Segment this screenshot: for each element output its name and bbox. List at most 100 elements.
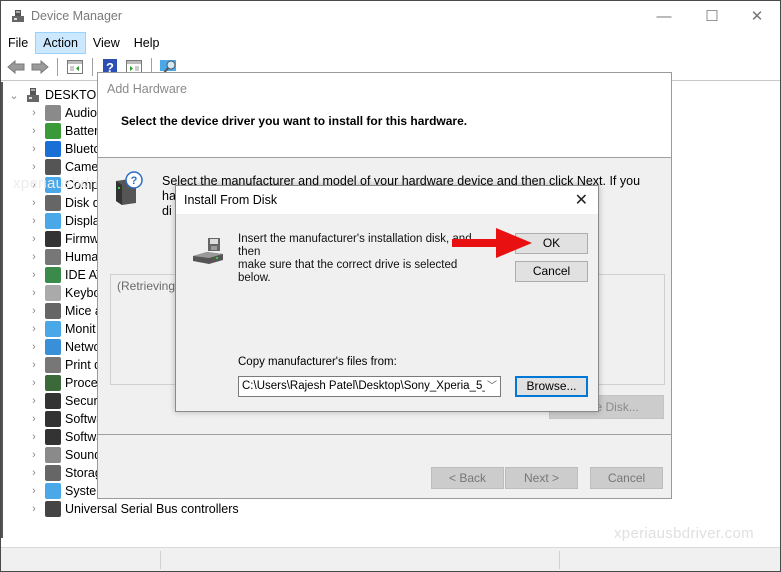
tree-item[interactable]: › Camer (27, 158, 103, 176)
tree-item-label: Print q (65, 358, 102, 372)
status-divider (559, 551, 560, 569)
dialog-title-bar: Install From Disk ✕ (176, 186, 598, 214)
disk-drive-icon (193, 238, 223, 264)
tree-item[interactable]: › Audio (27, 104, 97, 122)
tree-item[interactable]: › Mice a (27, 302, 102, 320)
tree-item[interactable]: › Softwa (27, 428, 103, 446)
chevron-right-icon[interactable]: › (27, 125, 41, 137)
tree-item[interactable]: › Print q (27, 356, 101, 374)
chevron-right-icon[interactable]: › (27, 305, 41, 317)
tree-item-label: Huma (65, 250, 99, 264)
close-icon[interactable]: ✕ (575, 190, 588, 210)
battery-icon (45, 123, 61, 139)
wizard-cancel-button[interactable]: Cancel (590, 467, 663, 489)
menu-help[interactable]: Help (127, 32, 167, 54)
cancel-button[interactable]: Cancel (515, 261, 588, 282)
tree-item[interactable]: › Batteri (27, 122, 101, 140)
forward-button[interactable] (29, 56, 51, 78)
close-button[interactable]: ✕ (734, 1, 780, 31)
menu-action[interactable]: Action (35, 32, 86, 54)
browse-button[interactable]: Browse... (515, 376, 588, 397)
monitor-icon (45, 321, 61, 337)
keyboard-icon (45, 285, 61, 301)
maximize-button[interactable]: ☐ (689, 1, 735, 31)
tree-item[interactable]: › Disk d (27, 194, 100, 212)
tree-item-label: Disk d (65, 196, 100, 210)
toolbar-separator (57, 58, 58, 76)
disk-drive-icon (45, 195, 61, 211)
chevron-right-icon[interactable]: › (27, 341, 41, 353)
sound-icon (45, 447, 61, 463)
chevron-right-icon[interactable]: › (27, 161, 41, 173)
chevron-right-icon[interactable]: › (27, 485, 41, 497)
tree-item[interactable]: › Universal Serial Bus controllers (27, 500, 239, 518)
chevron-right-icon[interactable]: › (27, 197, 41, 209)
menu-file[interactable]: File (1, 32, 35, 54)
tree-item[interactable]: › Blueto (27, 140, 100, 158)
dialog-title: Add Hardware (107, 82, 187, 96)
chevron-right-icon[interactable]: › (27, 215, 41, 227)
watermark: xperiausbdriver.com (614, 525, 754, 542)
menu-view[interactable]: View (86, 32, 127, 54)
title-bar: Device Manager — ☐ ✕ (1, 1, 780, 31)
chevron-right-icon[interactable]: › (27, 467, 41, 479)
back-button[interactable]: < Back (431, 467, 504, 489)
tree-item[interactable]: › Displa (27, 212, 100, 230)
chevron-down-icon[interactable]: ﹀ (485, 377, 497, 396)
chevron-right-icon[interactable]: › (27, 359, 41, 371)
properties-button[interactable] (64, 56, 86, 78)
tree-item[interactable]: › Sound (27, 446, 101, 464)
chevron-right-icon[interactable]: › (27, 503, 41, 515)
chevron-right-icon[interactable]: › (27, 413, 41, 425)
tree-item[interactable]: › Storag (27, 464, 102, 482)
insert-disk-message: Insert the manufacturer's installation d… (238, 233, 472, 284)
tree-item-label: Batteri (65, 124, 102, 138)
display-adapter-icon (45, 213, 61, 229)
chevron-right-icon[interactable]: › (27, 323, 41, 335)
tree-item[interactable]: › Systen (27, 482, 103, 500)
tree-item-label: Securi (65, 394, 101, 408)
back-icon (7, 60, 25, 74)
tree-item[interactable]: › Proces (27, 374, 104, 392)
tree-item-label: Sound (65, 448, 102, 462)
chevron-right-icon[interactable]: › (27, 107, 41, 119)
chevron-right-icon[interactable]: › (27, 431, 41, 443)
footer-divider (98, 434, 671, 435)
tree-item-label: Netwo (65, 340, 101, 354)
next-button[interactable]: Next > (505, 467, 578, 489)
security-icon (45, 393, 61, 409)
minimize-button[interactable]: — (641, 1, 687, 31)
tree-item[interactable]: › Securi (27, 392, 100, 410)
tree-item[interactable]: › Softwa (27, 410, 103, 428)
tree-item-label: Monit (65, 322, 96, 336)
tree-root[interactable]: ⌄ DESKTOP- (7, 86, 109, 104)
chevron-right-icon[interactable]: › (27, 143, 41, 155)
status-bar (1, 547, 780, 571)
hardware-question-icon: ? (116, 171, 143, 205)
menu-bar: File Action View Help (1, 32, 780, 54)
tree-item-label: Firmw (65, 232, 100, 246)
retrieving-status: (Retrieving (117, 279, 176, 293)
chevron-right-icon[interactable]: › (27, 233, 41, 245)
bluetooth-icon (45, 141, 61, 157)
tree-item[interactable]: › Monit (27, 320, 96, 338)
tree-item[interactable]: › IDE AT (27, 266, 104, 284)
chevron-down-icon[interactable]: ⌄ (7, 89, 21, 102)
chevron-right-icon[interactable]: › (27, 449, 41, 461)
tree-item-label: Audio (65, 106, 97, 120)
chevron-right-icon[interactable]: › (27, 377, 41, 389)
chevron-right-icon[interactable]: › (27, 251, 41, 263)
tree-item[interactable]: › Netwo (27, 338, 100, 356)
tree-item[interactable]: › Keybo (27, 284, 100, 302)
device-manager-icon (12, 10, 24, 22)
red-arrow-annotation-icon (452, 228, 532, 258)
chevron-right-icon[interactable]: › (27, 269, 41, 281)
status-divider (160, 551, 161, 569)
tree-item[interactable]: › Firmw (27, 230, 99, 248)
chevron-right-icon[interactable]: › (27, 395, 41, 407)
tree-item[interactable]: › Huma (27, 248, 98, 266)
tree-item-label: Displa (65, 214, 100, 228)
chevron-right-icon[interactable]: › (27, 287, 41, 299)
back-button[interactable] (5, 56, 27, 78)
source-path-combobox[interactable]: C:\Users\Rajesh Patel\Desktop\Sony_Xperi… (238, 376, 501, 397)
